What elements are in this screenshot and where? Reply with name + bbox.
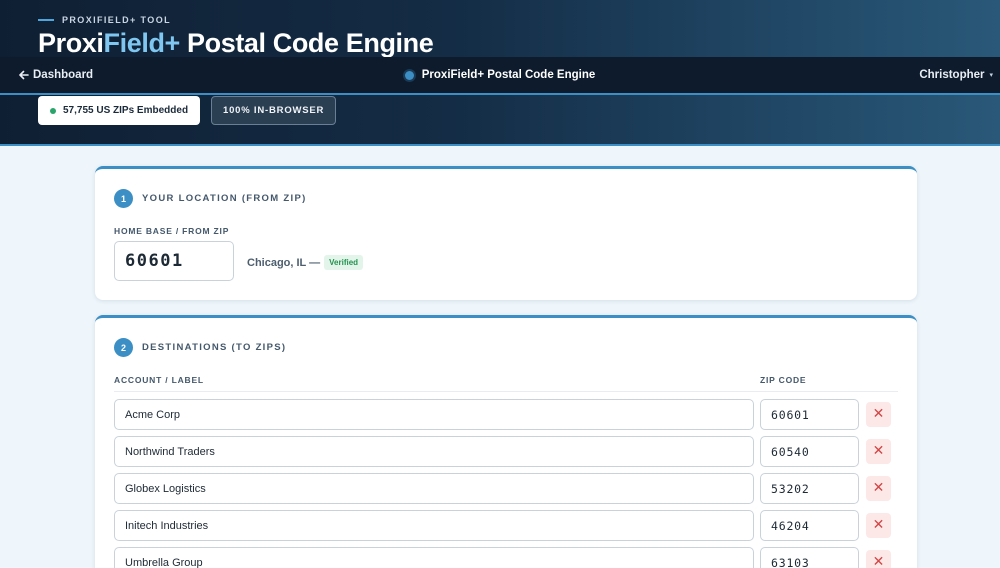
destination-row: ✕	[114, 436, 898, 467]
chevron-down-icon: ▾	[989, 72, 993, 79]
status-dot-icon	[50, 107, 56, 114]
destinations-section-title: DESTINATIONS (TO ZIPS)	[142, 342, 287, 353]
destination-row: ✕	[114, 547, 898, 568]
hero-header: PROXIFIELD+ TOOL ProxiField+ Postal Code…	[0, 0, 1000, 146]
step-number-badge: 1	[114, 189, 133, 208]
title-part-engine: Postal Code Engine	[179, 28, 434, 58]
remove-row-button[interactable]: ✕	[866, 513, 891, 538]
destination-zip-input[interactable]	[760, 436, 859, 467]
title-part-proxi: Proxi	[38, 28, 104, 58]
status-dot-icon	[404, 70, 414, 80]
account-column-header: ACCOUNT / LABEL	[114, 375, 204, 385]
nav-title-text: ProxiField+ Postal Code Engine	[421, 69, 596, 81]
zip-count-text: 57,755 US ZIPs Embedded	[63, 105, 189, 116]
eyebrow-rule	[38, 19, 54, 21]
top-navbar: Dashboard ProxiField+ Postal Code Engine…	[0, 57, 1000, 95]
user-menu[interactable]: Christopher ▾	[919, 57, 993, 93]
zip-count-badge: 57,755 US ZIPs Embedded	[38, 96, 201, 125]
destination-zip-input[interactable]	[760, 473, 859, 504]
remove-row-button[interactable]: ✕	[866, 476, 891, 501]
arrow-left-icon	[19, 70, 29, 80]
in-browser-text: 100% IN-BROWSER	[223, 105, 325, 116]
zip-column-header: ZIP CODE	[760, 375, 807, 385]
eyebrow-text: PROXIFIELD+ TOOL	[62, 15, 171, 25]
destination-row: ✕	[114, 510, 898, 541]
destination-zip-input[interactable]	[760, 510, 859, 541]
remove-row-button[interactable]: ✕	[866, 402, 891, 427]
title-part-field: Field+	[103, 28, 181, 58]
account-label-input[interactable]	[114, 547, 754, 568]
resolved-location: Chicago, IL — Verified	[247, 255, 364, 270]
user-name: Christopher	[919, 69, 985, 81]
eyebrow-label: PROXIFIELD+ TOOL	[38, 15, 171, 25]
remove-row-button[interactable]: ✕	[866, 439, 891, 464]
account-label-input[interactable]	[114, 510, 754, 541]
account-label-input[interactable]	[114, 473, 754, 504]
step-number-badge: 2	[114, 338, 133, 357]
destinations-card: 2 DESTINATIONS (TO ZIPS) ACCOUNT / LABEL…	[95, 315, 917, 568]
account-label-input[interactable]	[114, 436, 754, 467]
account-label-input[interactable]	[114, 399, 754, 430]
destinations-section-header: 2 DESTINATIONS (TO ZIPS)	[114, 338, 286, 357]
dashboard-link-label: Dashboard	[33, 69, 94, 81]
header-divider	[114, 391, 898, 392]
destination-zip-input[interactable]	[760, 547, 859, 568]
from-zip-label: HOME BASE / FROM ZIP	[114, 226, 230, 236]
page-title: ProxiField+ Postal Code Engine	[38, 28, 434, 59]
location-section-title: YOUR LOCATION (FROM ZIP)	[142, 193, 307, 204]
verified-badge: Verified	[324, 255, 364, 270]
remove-row-button[interactable]: ✕	[866, 550, 891, 568]
dashboard-back-link[interactable]: Dashboard	[19, 57, 93, 93]
destination-zip-input[interactable]	[760, 399, 859, 430]
resolved-city: Chicago, IL —	[247, 256, 321, 269]
destination-row: ✕	[114, 399, 898, 430]
location-card: 1 YOUR LOCATION (FROM ZIP) HOME BASE / F…	[95, 166, 917, 300]
in-browser-badge: 100% IN-BROWSER	[211, 96, 337, 125]
from-zip-input[interactable]	[114, 241, 234, 281]
nav-app-title: ProxiField+ Postal Code Engine	[0, 57, 1000, 93]
destination-row: ✕	[114, 473, 898, 504]
location-section-header: 1 YOUR LOCATION (FROM ZIP)	[114, 189, 307, 208]
